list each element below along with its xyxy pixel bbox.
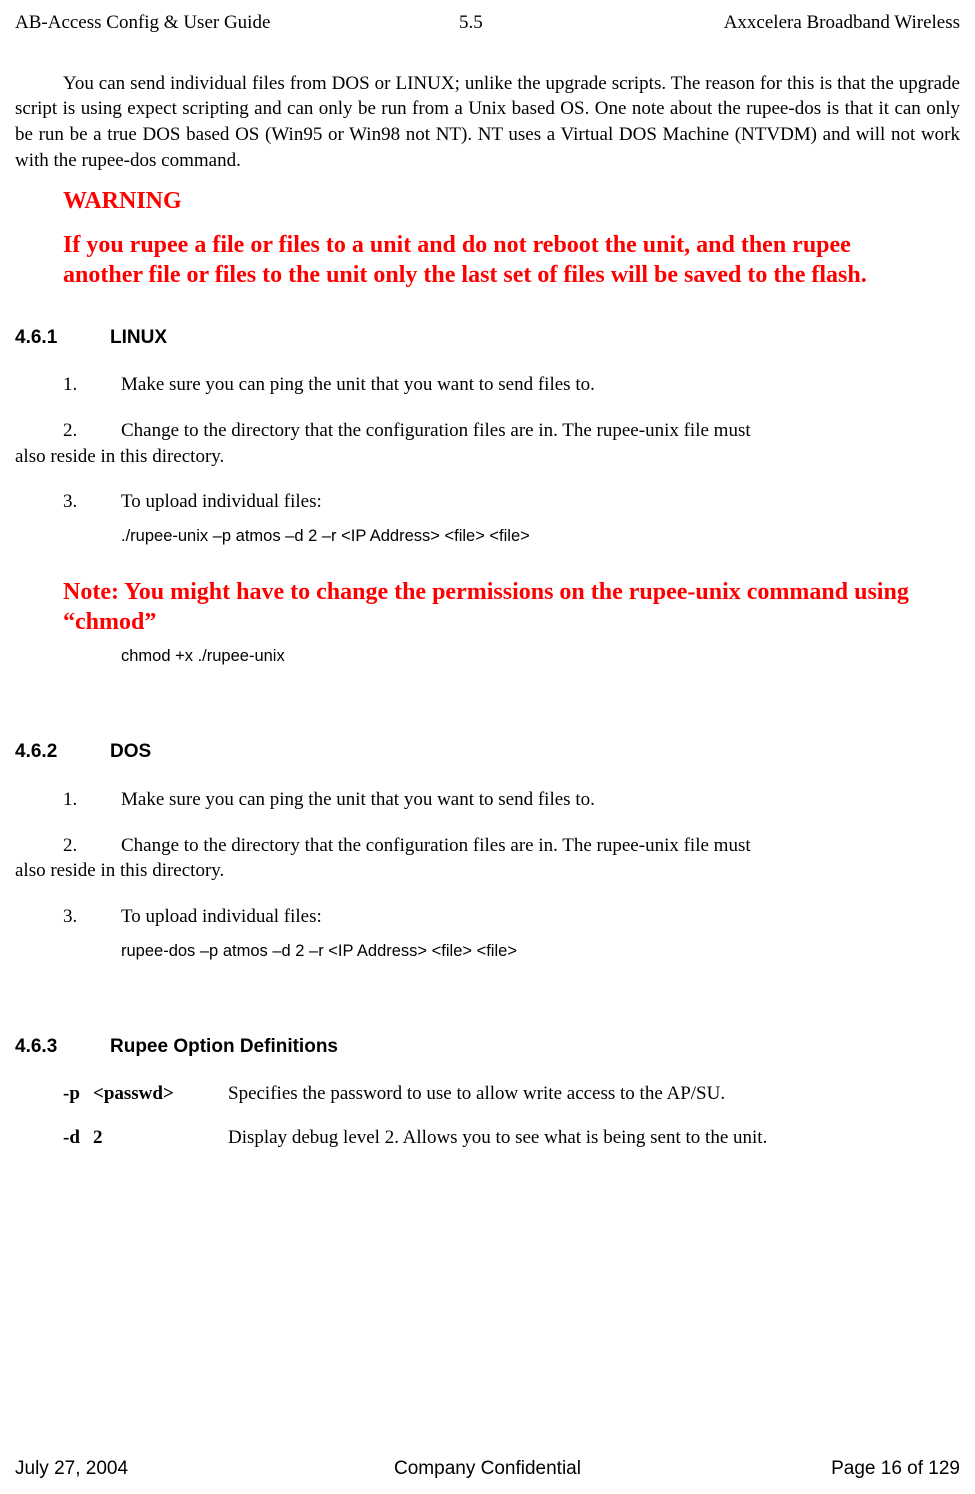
list-text: Make sure you can ping the unit that you… <box>121 789 595 810</box>
list-number: 2. <box>63 418 121 444</box>
list-item: 3.To upload individual files: <box>63 489 960 515</box>
list-text: Change to the directory that the configu… <box>121 420 751 441</box>
list-item: 1.Make sure you can ping the unit that y… <box>63 787 960 813</box>
code-command: chmod +x ./rupee-unix <box>121 645 960 667</box>
option-row: -p <passwd> Specifies the password to us… <box>63 1081 960 1107</box>
list-item: 3.To upload individual files: <box>63 904 960 930</box>
list-item: 1.Make sure you can ping the unit that y… <box>63 372 960 398</box>
list-item: 2.Change to the directory that the confi… <box>15 418 960 469</box>
list-text: To upload individual files: <box>121 491 322 512</box>
code-command: ./rupee-unix –p atmos –d 2 –r <IP Addres… <box>121 525 960 547</box>
header-doc-title: AB-Access Config & User Guide <box>15 10 270 36</box>
warning-body: If you rupee a file or files to a unit a… <box>63 230 890 290</box>
section-4-6-2-heading: 4.6.2DOS <box>15 739 960 765</box>
list-number: 3. <box>63 489 121 515</box>
section-title: LINUX <box>110 327 167 348</box>
section-number: 4.6.3 <box>15 1034 110 1060</box>
section-number: 4.6.1 <box>15 325 110 351</box>
section-number: 4.6.2 <box>15 739 110 765</box>
warning-title: WARNING <box>63 185 960 217</box>
option-arg: 2 <box>93 1125 228 1151</box>
list-number: 3. <box>63 904 121 930</box>
list-text: To upload individual files: <box>121 906 322 927</box>
header-version: 5.5 <box>459 10 483 36</box>
option-row: -d 2 Display debug level 2. Allows you t… <box>63 1125 960 1151</box>
list-text: Make sure you can ping the unit that you… <box>121 374 595 395</box>
page-footer: July 27, 2004 Company Confidential Page … <box>15 1456 960 1482</box>
list-number: 1. <box>63 787 121 813</box>
note-chmod: Note: You might have to change the permi… <box>63 577 940 637</box>
option-desc: Display debug level 2. Allows you to see… <box>228 1125 960 1151</box>
list-number: 1. <box>63 372 121 398</box>
list-number: 2. <box>63 833 121 859</box>
section-4-6-1-heading: 4.6.1LINUX <box>15 325 960 351</box>
list-continuation: also reside in this directory. <box>15 444 960 470</box>
option-flag: -p <box>63 1081 93 1107</box>
intro-paragraph: You can send individual files from DOS o… <box>15 71 960 174</box>
option-flag: -d <box>63 1125 93 1151</box>
option-desc: Specifies the password to use to allow w… <box>228 1081 960 1107</box>
footer-page-number: Page 16 of 129 <box>831 1456 960 1482</box>
page-header: AB-Access Config & User Guide 5.5 Axxcel… <box>15 0 960 71</box>
option-arg: <passwd> <box>93 1081 228 1107</box>
footer-confidential: Company Confidential <box>394 1456 581 1482</box>
list-continuation: also reside in this directory. <box>15 858 960 884</box>
footer-date: July 27, 2004 <box>15 1456 128 1482</box>
list-item: 2.Change to the directory that the confi… <box>15 833 960 884</box>
header-company: Axxcelera Broadband Wireless <box>724 10 960 36</box>
section-title: Rupee Option Definitions <box>110 1036 338 1057</box>
list-text: Change to the directory that the configu… <box>121 835 751 856</box>
section-4-6-3-heading: 4.6.3Rupee Option Definitions <box>15 1034 960 1060</box>
code-command: rupee-dos –p atmos –d 2 –r <IP Address> … <box>121 940 960 962</box>
section-title: DOS <box>110 741 151 762</box>
